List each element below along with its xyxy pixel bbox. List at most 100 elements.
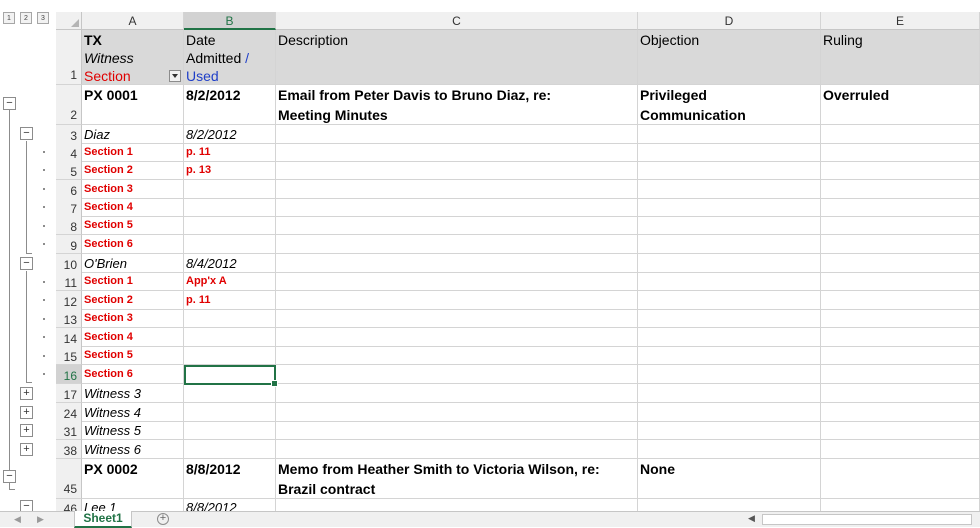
- section-cell[interactable]: Section 1: [82, 272, 184, 291]
- objection-cell[interactable]: [638, 309, 821, 328]
- collapse-group-px0002-button[interactable]: −: [3, 470, 16, 483]
- header-cell-a[interactable]: TX Witness Section: [82, 30, 184, 85]
- collapse-group-px0001-button[interactable]: −: [3, 97, 16, 110]
- description-cell[interactable]: [276, 421, 638, 440]
- description-cell[interactable]: [276, 180, 638, 199]
- section-cell[interactable]: Section 5: [82, 216, 184, 235]
- row-header[interactable]: 38: [56, 440, 82, 459]
- description-cell[interactable]: [276, 161, 638, 180]
- prev-sheet-icon[interactable]: ◀: [14, 514, 21, 525]
- row-header[interactable]: 10: [56, 254, 82, 273]
- objection-cell[interactable]: [638, 403, 821, 422]
- row-header[interactable]: 2: [56, 85, 82, 125]
- column-header-c[interactable]: C: [276, 12, 638, 30]
- select-all-corner[interactable]: [56, 12, 82, 30]
- objection-cell[interactable]: [638, 346, 821, 365]
- date-used-cell[interactable]: p. 13: [184, 161, 276, 180]
- header-cell-e[interactable]: Ruling: [821, 30, 980, 85]
- row-header[interactable]: 6: [56, 180, 82, 199]
- ruling-cell[interactable]: [821, 143, 980, 162]
- add-sheet-icon[interactable]: +: [157, 513, 169, 525]
- row-header[interactable]: 15: [56, 346, 82, 365]
- ruling-cell[interactable]: [821, 384, 980, 403]
- witness-cell[interactable]: Witness 4: [82, 403, 184, 422]
- witness-cell[interactable]: Diaz: [82, 125, 184, 144]
- ruling-cell[interactable]: [821, 161, 980, 180]
- row-header[interactable]: 5: [56, 161, 82, 180]
- exhibit-tx-cell[interactable]: PX 0002: [82, 459, 184, 499]
- exhibit-objection-cell[interactable]: Privileged Communication: [638, 85, 821, 125]
- row-header[interactable]: 1: [56, 30, 82, 85]
- ruling-cell[interactable]: [821, 421, 980, 440]
- ruling-cell[interactable]: [821, 499, 980, 511]
- header-cell-b[interactable]: Date Admitted / Used: [184, 30, 276, 85]
- row-header[interactable]: 8: [56, 216, 82, 235]
- section-cell[interactable]: Section 3: [82, 180, 184, 199]
- row-header[interactable]: 45: [56, 459, 82, 499]
- row-header[interactable]: 12: [56, 291, 82, 310]
- objection-cell[interactable]: [638, 161, 821, 180]
- exhibit-date-cell[interactable]: 8/8/2012: [184, 459, 276, 499]
- row-header[interactable]: 24: [56, 403, 82, 422]
- ruling-cell[interactable]: [821, 328, 980, 347]
- outline-level-2-button[interactable]: 2: [20, 12, 32, 24]
- objection-cell[interactable]: [638, 328, 821, 347]
- description-cell[interactable]: [276, 346, 638, 365]
- objection-cell[interactable]: [638, 125, 821, 144]
- row-header[interactable]: 3: [56, 125, 82, 144]
- expand-group-witness6-button[interactable]: +: [20, 443, 33, 456]
- ruling-cell[interactable]: [821, 309, 980, 328]
- exhibit-objection-cell[interactable]: None: [638, 459, 821, 499]
- column-header-a[interactable]: A: [82, 12, 184, 30]
- header-cell-c[interactable]: Description: [276, 30, 638, 85]
- description-cell[interactable]: [276, 328, 638, 347]
- section-cell[interactable]: Section 3: [82, 309, 184, 328]
- objection-cell[interactable]: [638, 421, 821, 440]
- section-cell[interactable]: Section 2: [82, 161, 184, 180]
- row-header[interactable]: 7: [56, 198, 82, 217]
- ruling-cell[interactable]: [821, 291, 980, 310]
- next-sheet-icon[interactable]: ▶: [37, 514, 44, 525]
- date-used-cell[interactable]: [184, 384, 276, 403]
- ruling-cell[interactable]: [821, 235, 980, 254]
- row-header[interactable]: 17: [56, 384, 82, 403]
- ruling-cell[interactable]: [821, 216, 980, 235]
- row-header[interactable]: 13: [56, 309, 82, 328]
- date-used-cell[interactable]: 8/8/2012: [184, 499, 276, 511]
- description-cell[interactable]: [276, 291, 638, 310]
- objection-cell[interactable]: [638, 440, 821, 459]
- expand-group-witness3-button[interactable]: +: [20, 387, 33, 400]
- ruling-cell[interactable]: [821, 272, 980, 291]
- date-used-cell[interactable]: [184, 216, 276, 235]
- ruling-cell[interactable]: [821, 440, 980, 459]
- witness-cell[interactable]: Witness 6: [82, 440, 184, 459]
- ruling-cell[interactable]: [821, 346, 980, 365]
- description-cell[interactable]: [276, 254, 638, 273]
- section-cell[interactable]: Section 4: [82, 328, 184, 347]
- ruling-cell[interactable]: [821, 254, 980, 273]
- section-cell[interactable]: Section 4: [82, 198, 184, 217]
- section-cell[interactable]: Section 6: [82, 365, 184, 384]
- description-cell[interactable]: [276, 143, 638, 162]
- scroll-left-icon[interactable]: ◀: [748, 513, 755, 524]
- witness-cell[interactable]: Witness 5: [82, 421, 184, 440]
- objection-cell[interactable]: [638, 198, 821, 217]
- active-cell-selection[interactable]: [184, 365, 278, 387]
- objection-cell[interactable]: [638, 499, 821, 511]
- column-header-e[interactable]: E: [821, 12, 980, 30]
- section-cell[interactable]: Section 5: [82, 346, 184, 365]
- outline-level-1-button[interactable]: 1: [3, 12, 15, 24]
- date-used-cell[interactable]: [184, 440, 276, 459]
- date-used-cell[interactable]: [184, 198, 276, 217]
- objection-cell[interactable]: [638, 216, 821, 235]
- row-header[interactable]: 9: [56, 235, 82, 254]
- description-cell[interactable]: [276, 309, 638, 328]
- expand-group-witness4-button[interactable]: +: [20, 406, 33, 419]
- row-header[interactable]: 16: [56, 365, 82, 384]
- exhibit-ruling-cell[interactable]: [821, 459, 980, 499]
- objection-cell[interactable]: [638, 365, 821, 384]
- description-cell[interactable]: [276, 365, 638, 384]
- ruling-cell[interactable]: [821, 403, 980, 422]
- ruling-cell[interactable]: [821, 198, 980, 217]
- date-used-cell[interactable]: [184, 421, 276, 440]
